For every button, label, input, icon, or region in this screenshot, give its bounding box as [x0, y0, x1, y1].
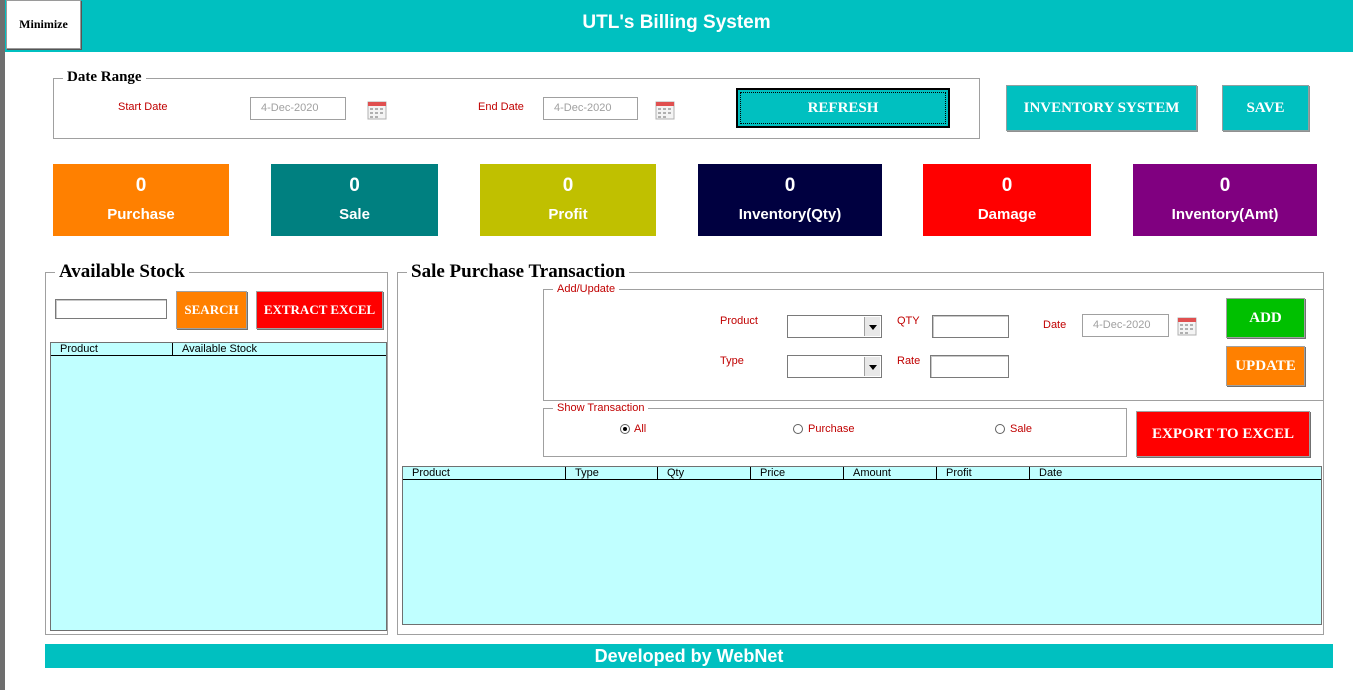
stat-card-purchase: 0 Purchase — [53, 164, 229, 236]
end-date-field[interactable]: 4-Dec-2020 — [543, 97, 638, 120]
stat-value: 0 — [349, 175, 360, 196]
stat-label: Damage — [977, 206, 1037, 223]
start-date-label: Start Date — [118, 101, 168, 113]
stat-label: Inventory(Amt) — [1171, 206, 1279, 223]
window-edge — [0, 0, 5, 690]
stat-value: 0 — [1001, 175, 1013, 196]
radio-purchase[interactable] — [793, 424, 803, 434]
column-header-profit[interactable]: Profit — [936, 467, 1029, 480]
type-select[interactable] — [787, 355, 882, 378]
column-header-product[interactable]: Product — [403, 467, 565, 480]
radio-all[interactable] — [620, 424, 630, 434]
type-label: Type — [720, 355, 744, 367]
column-header-amount[interactable]: Amount — [843, 467, 936, 480]
stat-value: 0 — [135, 175, 147, 196]
stat-value: 0 — [1219, 175, 1231, 196]
radio-all-label[interactable]: All — [634, 423, 646, 435]
add-button[interactable]: ADD — [1226, 298, 1305, 338]
product-select-value — [788, 320, 792, 332]
transaction-legend: Sale Purchase Transaction — [407, 261, 630, 283]
product-label: Product — [720, 315, 758, 327]
inventory-system-button[interactable]: INVENTORY SYSTEM — [1006, 85, 1197, 131]
product-select[interactable] — [787, 315, 882, 338]
calendar-icon[interactable] — [655, 100, 675, 120]
show-transaction-legend: Show Transaction — [553, 402, 649, 414]
date-label: Date — [1043, 319, 1067, 331]
refresh-button[interactable]: REFRESH — [736, 88, 950, 128]
stat-card-damage: 0 Damage — [923, 164, 1091, 236]
start-date-field[interactable]: 4-Dec-2020 — [250, 97, 346, 120]
transaction-grid[interactable]: Product Type Qty Price Amount Profit Dat… — [402, 466, 1322, 625]
grid-header: Product Available Stock — [51, 343, 386, 356]
column-header-product[interactable]: Product — [51, 343, 172, 356]
update-button[interactable]: UPDATE — [1226, 346, 1305, 386]
add-update-legend: Add/Update — [553, 283, 620, 295]
column-header-available-stock[interactable]: Available Stock — [172, 343, 387, 356]
export-to-excel-button[interactable]: EXPORT TO EXCEL — [1136, 411, 1310, 457]
qty-label: QTY — [897, 315, 920, 327]
stat-label: Purchase — [107, 206, 175, 223]
date-range-legend: Date Range — [63, 69, 146, 86]
column-header-type[interactable]: Type — [565, 467, 657, 480]
type-select-value — [788, 360, 792, 372]
stat-label: Profit — [548, 206, 588, 223]
stock-search-input[interactable] — [55, 299, 167, 319]
footer-banner: Developed by WebNet — [45, 644, 1333, 668]
column-header-date[interactable]: Date — [1029, 467, 1321, 480]
stat-card-inventory-qty: 0 Inventory(Qty) — [698, 164, 882, 236]
column-header-price[interactable]: Price — [750, 467, 843, 480]
rate-field[interactable] — [930, 355, 1009, 378]
save-button[interactable]: SAVE — [1222, 85, 1309, 131]
available-stock-legend: Available Stock — [55, 261, 189, 283]
extract-excel-button[interactable]: EXTRACT EXCEL — [256, 291, 383, 329]
radio-purchase-label[interactable]: Purchase — [808, 423, 854, 435]
end-date-label: End Date — [478, 101, 524, 113]
stat-value: 0 — [562, 175, 574, 196]
app-title: UTL's Billing System — [582, 12, 771, 33]
available-stock-grid[interactable]: Product Available Stock — [50, 342, 387, 631]
stat-card-sale: 0 Sale — [271, 164, 438, 236]
rate-label: Rate — [897, 355, 921, 367]
calendar-icon[interactable] — [367, 100, 387, 120]
qty-field[interactable] — [932, 315, 1009, 338]
transaction-date-field[interactable]: 4-Dec-2020 — [1082, 314, 1169, 337]
stat-card-profit: 0 Profit — [480, 164, 656, 236]
stat-label: Sale — [339, 206, 370, 223]
search-button[interactable]: SEARCH — [176, 291, 247, 329]
radio-sale-label[interactable]: Sale — [1010, 423, 1032, 435]
add-update-group — [543, 289, 1324, 401]
stat-value: 0 — [784, 175, 796, 196]
calendar-icon[interactable] — [1177, 316, 1197, 336]
column-header-qty[interactable]: Qty — [657, 467, 750, 480]
stat-card-inventory-amt: 0 Inventory(Amt) — [1133, 164, 1317, 236]
grid-header: Product Type Qty Price Amount Profit Dat… — [403, 467, 1321, 480]
stat-label: Inventory(Qty) — [738, 206, 842, 223]
chevron-down-icon[interactable] — [864, 317, 880, 336]
radio-sale[interactable] — [995, 424, 1005, 434]
chevron-down-icon[interactable] — [864, 357, 880, 376]
